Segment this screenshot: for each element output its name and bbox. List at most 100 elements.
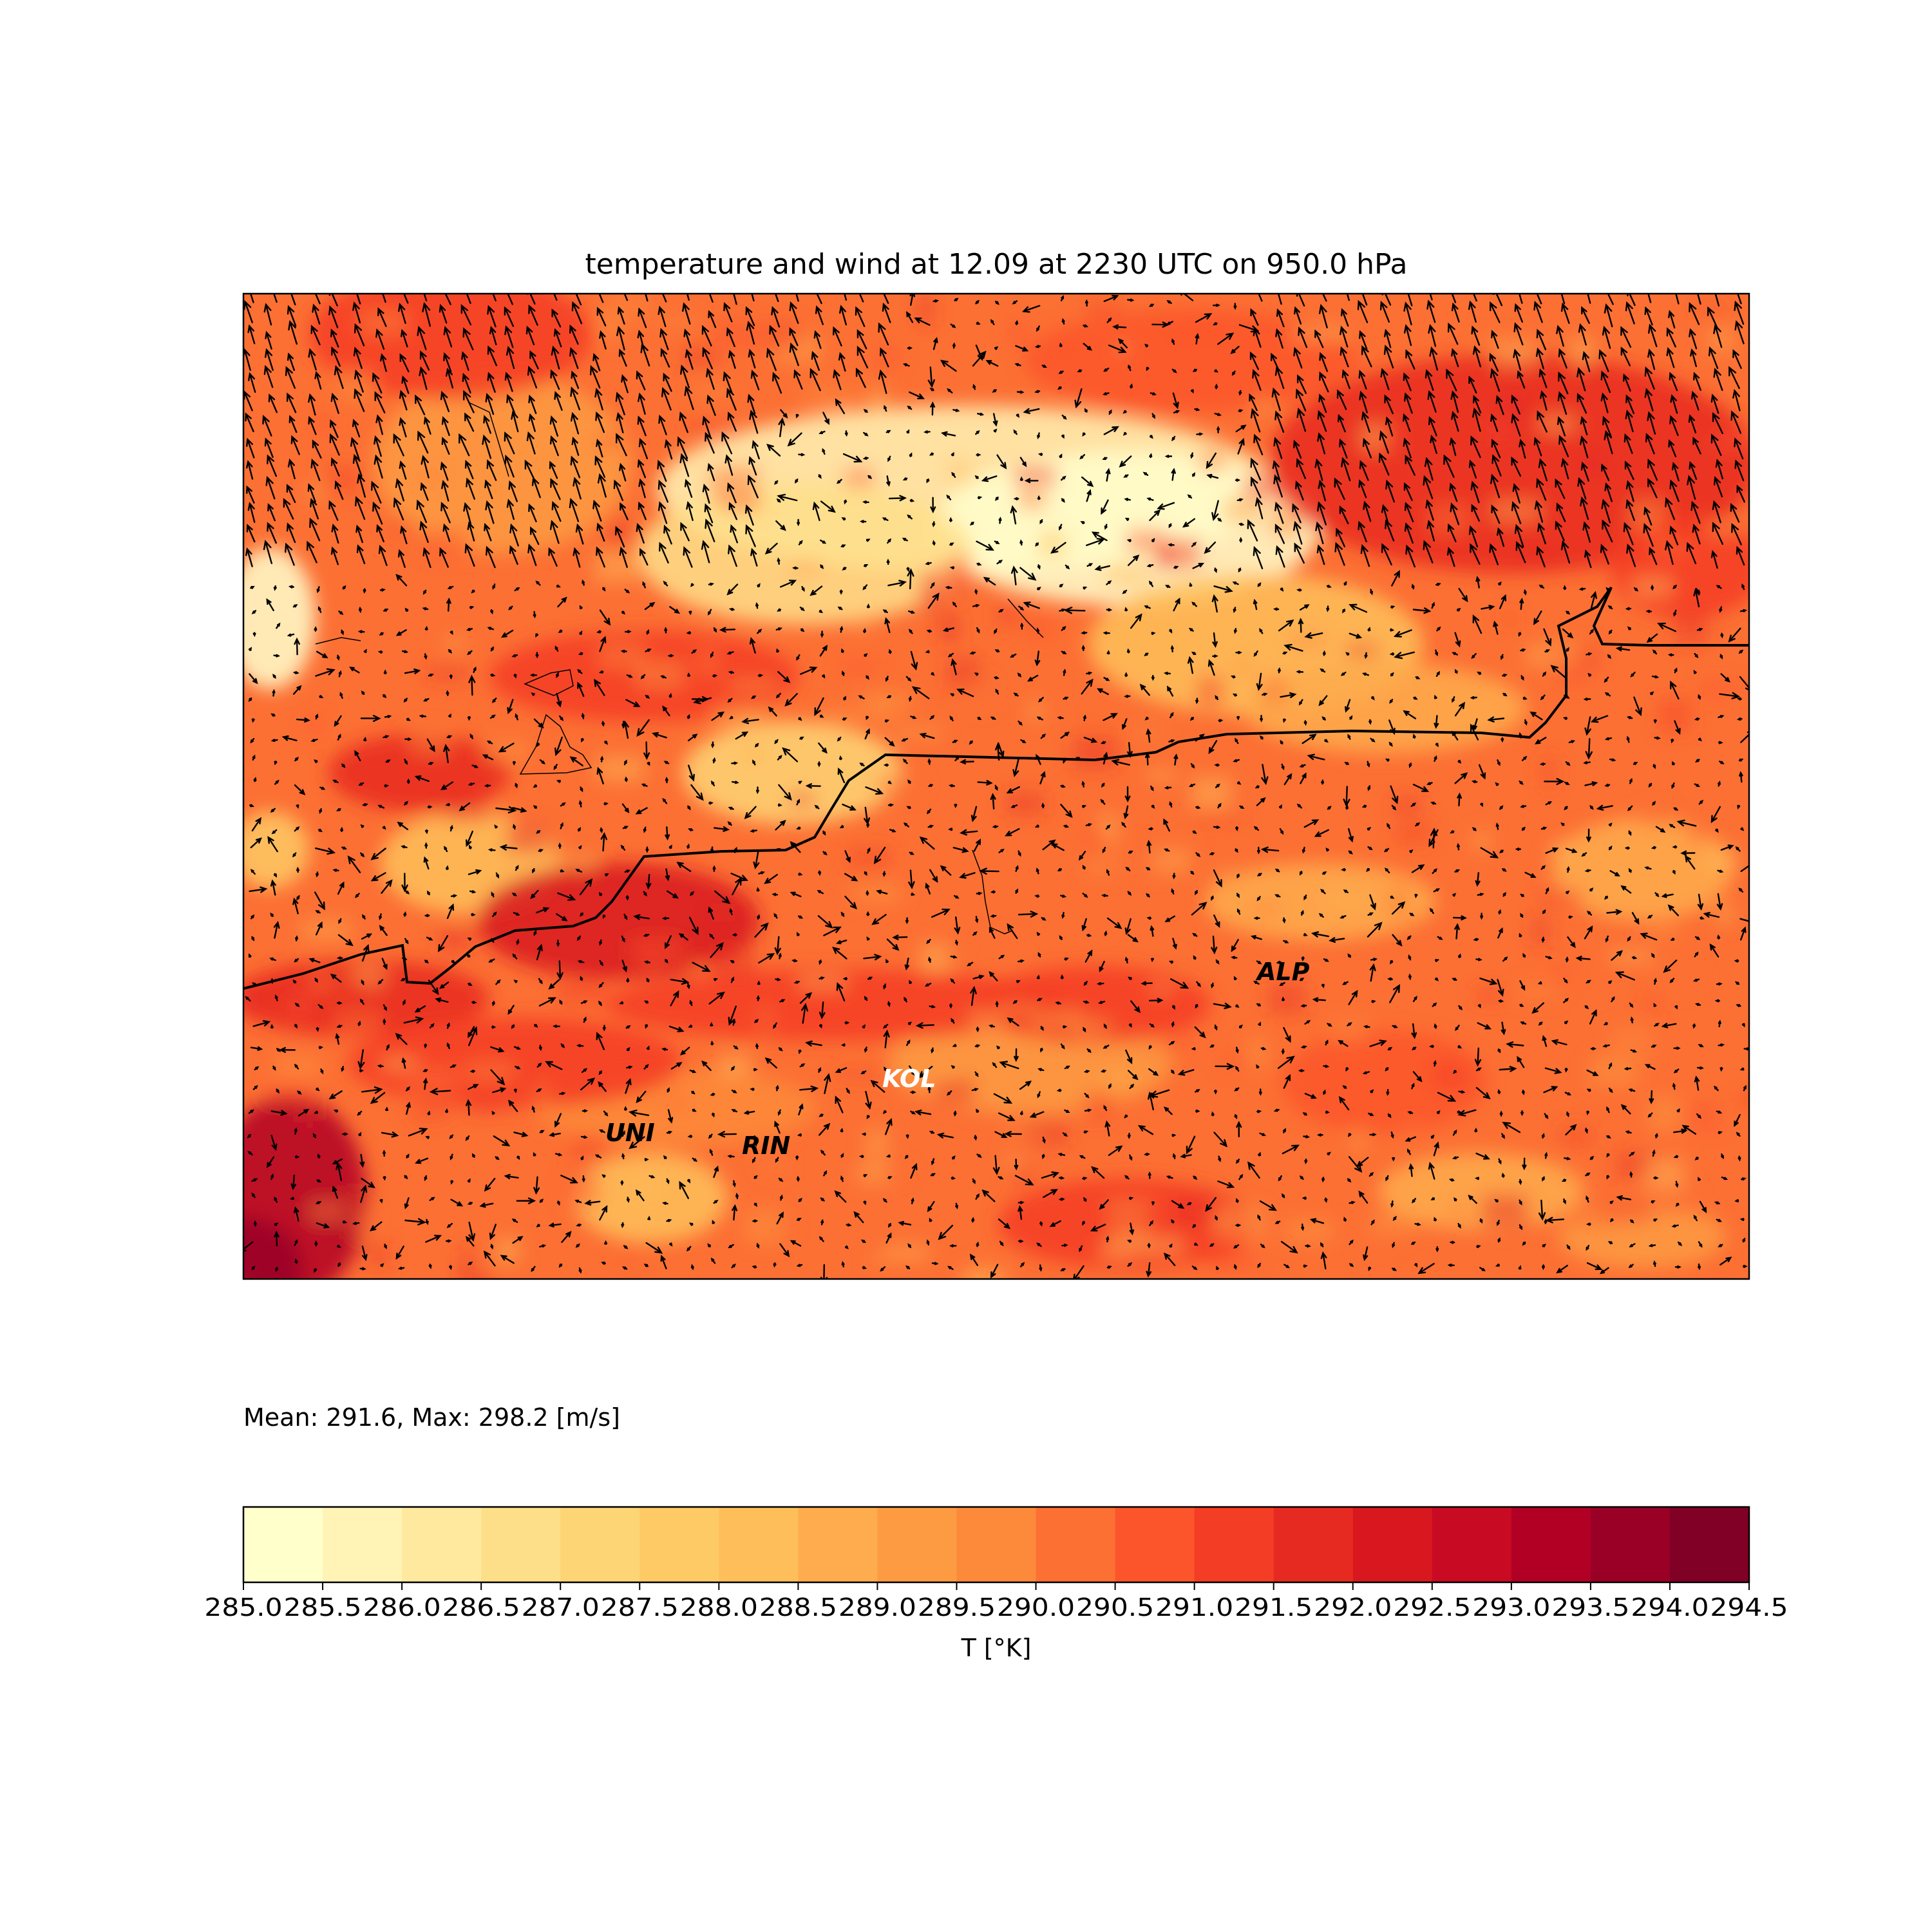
temperature-patch [1247,1037,1267,1068]
temperature-patch [1746,1093,1749,1104]
temperature-patch [1610,1027,1653,1057]
temperature-patch [835,1070,886,1079]
colorbar-tick-label: 285.0 [204,1593,282,1622]
temperature-patch [1705,521,1736,535]
temperature-patch [1707,848,1738,872]
temperature-patch [1351,1127,1367,1153]
temperature-patch [1009,319,1029,346]
colorbar-tick-label: 294.5 [1710,1593,1788,1622]
temperature-patch [1104,1070,1135,1088]
temperature-patch [761,1162,789,1171]
temperature-patch [345,1189,363,1202]
colorbar-tick-label: 288.0 [680,1593,758,1622]
temperature-patch [1085,302,1120,315]
temperature-patch [299,1109,321,1122]
temperature-patch [596,756,645,782]
temperature-patch [1013,465,1056,487]
temperature-patch [308,482,323,502]
temperature-patch [603,331,618,345]
temperature-patch [996,600,1019,627]
temperature-field [243,294,1749,1279]
colorbar-cell [1352,1507,1433,1582]
temperature-patch [945,556,972,580]
temperature-patch [1092,670,1115,704]
temperature-patch [1532,917,1549,945]
temperature-patch [262,985,310,994]
temperature-patch [1269,983,1306,1013]
temperature-patch [1172,325,1218,334]
chart-title: temperature and wind at 12.09 at 2230 UT… [585,248,1407,281]
stats-text: Mean: 291.6, Max: 298.2 [m/s] [243,1403,620,1432]
temperature-patch [513,818,535,833]
temperature-patch [1160,538,1200,569]
colorbar-cell [1590,1507,1671,1582]
temperature-patch [1553,965,1573,983]
temperature-patch [1371,1213,1419,1233]
temperature-patch [1323,887,1374,911]
colorbar-cell [1273,1507,1354,1582]
colorbar-tick-label: 289.5 [918,1593,996,1622]
temperature-patch [1513,549,1553,564]
temperature-patch [312,413,333,434]
temperature-patch [1638,1218,1653,1247]
temperature-patch [1018,490,1047,510]
temperature-patch [1526,642,1578,668]
temperature-patch [1249,905,1279,914]
temperature-patch [863,692,912,712]
station-label-alp: ALP [1255,958,1310,986]
temperature-patch [1242,582,1281,592]
colorbar-tick-label: 285.5 [284,1593,362,1622]
temperature-patch [533,1081,552,1107]
temperature-patch [620,1249,638,1262]
temperature-patch [853,884,902,904]
temperature-patch [634,1180,658,1199]
temperature-patch [917,294,934,324]
colorbar-tick-label: 292.5 [1393,1593,1471,1622]
colorbar-cell [798,1507,878,1582]
temperature-patch [1643,998,1662,1011]
temperature-patch [1052,1031,1068,1041]
temperature-patch [445,798,489,822]
colorbar-tick-label: 286.5 [442,1593,520,1622]
temperature-patch [1501,614,1518,623]
temperature-patch [1700,681,1739,697]
temperature-patch [696,647,720,677]
temperature-patch [1647,925,1680,938]
colorbar-cell [956,1507,1037,1582]
temperature-patch [788,792,815,807]
temperature-patch [1100,1244,1136,1259]
temperature-patch [961,678,991,709]
temperature-patch [892,727,943,738]
temperature-patch [1194,815,1244,824]
colorbar-cell [1432,1507,1512,1582]
temperature-patch [856,1164,889,1185]
temperature-patch [969,1009,1004,1032]
temperature-patch [868,1256,886,1265]
temperature-patch [1005,1126,1046,1137]
colorbar-tick-label: 289.0 [838,1593,916,1622]
temperature-patch [1539,415,1576,433]
temperature-patch [935,1079,974,1104]
temperature-patch [243,1217,303,1279]
temperature-patch [564,857,583,866]
temperature-patch [1451,1204,1467,1218]
temperature-patch [804,384,855,412]
temperature-patch [1104,564,1151,585]
station-label-rin: RIN [742,1132,790,1160]
colorbar-tick-label: 291.0 [1155,1593,1233,1622]
temperature-patch [308,714,323,737]
temperature-patch [1589,1056,1638,1088]
station-label-uni: UNI [605,1119,655,1147]
temperature-patch [961,1269,1007,1279]
colorbar-cell [639,1507,719,1582]
station-label-kol: KOL [882,1065,936,1093]
temperature-patch [1552,818,1732,921]
temperature-patch [729,679,777,693]
temperature-patch [866,1128,888,1161]
colorbar-cell [877,1507,958,1582]
temperature-patch [1659,699,1691,732]
temperature-patch [1173,1195,1217,1229]
temperature-patch [1196,676,1224,707]
temperature-patch [1146,848,1190,873]
temperature-patch [718,497,758,511]
